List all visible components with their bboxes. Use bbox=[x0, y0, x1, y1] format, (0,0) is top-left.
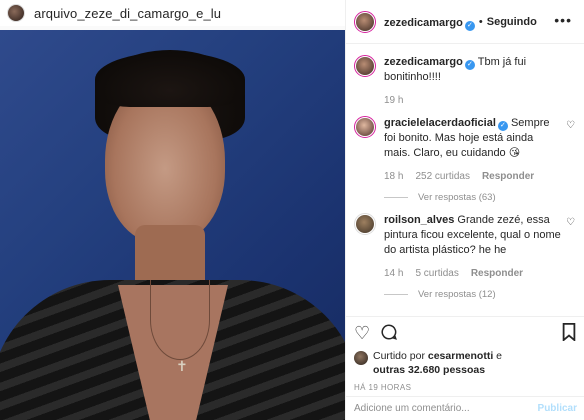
post-image-panel: arquivo_zeze_di_camargo_e_lu ✝ bbox=[0, 0, 345, 420]
photo-necklace-shape bbox=[150, 280, 210, 360]
liked-by-suffix: e bbox=[496, 350, 502, 362]
comment-time[interactable]: 14 h bbox=[384, 268, 403, 279]
comment-item: gracielelacerdaoficial ✓ Sempre foi bonit… bbox=[346, 116, 584, 203]
comment-meta: 18 h 252 curtidas Responder bbox=[384, 171, 561, 182]
comment-input[interactable] bbox=[354, 403, 538, 414]
view-replies-label[interactable]: Ver respostas (63) bbox=[418, 192, 496, 203]
replies-line bbox=[384, 294, 408, 295]
comment-body: zezedicamargo ✓ Tbm já fui bonitinho!!!! bbox=[384, 55, 561, 85]
add-comment-bar: Publicar bbox=[346, 396, 584, 420]
replies-line bbox=[384, 197, 408, 198]
author-avatar[interactable] bbox=[354, 10, 376, 33]
comment-avatar[interactable] bbox=[354, 116, 376, 138]
verified-badge-icon: ✓ bbox=[497, 121, 508, 131]
comment-meta: 19 h bbox=[384, 95, 561, 106]
reply-button[interactable]: Responder bbox=[482, 171, 534, 182]
post-timestamp[interactable]: HÁ 19 HORAS bbox=[354, 383, 577, 392]
author-username[interactable]: zezedicamargo bbox=[384, 17, 463, 29]
view-replies[interactable]: Ver respostas (12) bbox=[384, 289, 561, 300]
view-replies[interactable]: Ver respostas (63) bbox=[384, 192, 561, 203]
image-watermark-bar: arquivo_zeze_di_camargo_e_lu bbox=[0, 0, 345, 26]
bookmark-icon[interactable] bbox=[561, 322, 577, 344]
post-photo[interactable]: ✝ bbox=[0, 30, 345, 420]
comment-username[interactable]: zezedicamargo bbox=[384, 56, 463, 68]
comment-item: zezedicamargo ✓ Tbm já fui bonitinho!!!! … bbox=[346, 55, 584, 106]
liked-by-others[interactable]: outras 32.680 pessoas bbox=[373, 364, 485, 376]
comment-like-icon[interactable]: ♡ bbox=[566, 217, 575, 228]
post-header: zezedicamargo ✓ • Seguindo ••• bbox=[346, 0, 584, 44]
comment-username[interactable]: gracielelacerdaoficial bbox=[384, 117, 496, 129]
comment-likes[interactable]: 252 curtidas bbox=[415, 171, 469, 182]
comment-body: gracielelacerdaoficial ✓ Sempre foi bonit… bbox=[384, 116, 561, 161]
header-separator: • bbox=[478, 15, 483, 28]
liker-avatar[interactable] bbox=[354, 351, 368, 365]
comment-time[interactable]: 19 h bbox=[384, 95, 403, 106]
liked-by-text: Curtido por cesarmenotti e outras 32.680… bbox=[373, 349, 502, 377]
photo-pendant-shape: ✝ bbox=[176, 358, 188, 374]
comments-list: zezedicamargo ✓ Tbm já fui bonitinho!!!! … bbox=[346, 55, 584, 310]
comment-time[interactable]: 18 h bbox=[384, 171, 403, 182]
liked-by-row: Curtido por cesarmenotti e outras 32.680… bbox=[354, 349, 577, 377]
comment-avatar[interactable] bbox=[354, 213, 376, 235]
photo-hair-top-shape bbox=[95, 52, 245, 107]
following-button[interactable]: Seguindo bbox=[487, 16, 537, 28]
action-icons-row: ♡ bbox=[354, 321, 577, 345]
comment-meta: 14 h 5 curtidas Responder bbox=[384, 268, 561, 279]
comment-item: roilson_alves Grande zezé, essa pintura … bbox=[346, 213, 584, 300]
publish-button[interactable]: Publicar bbox=[538, 403, 577, 414]
comment-body: roilson_alves Grande zezé, essa pintura … bbox=[384, 213, 561, 258]
view-replies-label[interactable]: Ver respostas (12) bbox=[418, 289, 496, 300]
liked-by-prefix: Curtido por bbox=[373, 350, 425, 362]
reply-button[interactable]: Responder bbox=[471, 268, 523, 279]
comment-username[interactable]: roilson_alves bbox=[384, 214, 454, 226]
post-actions: ♡ Curtido por cesarmenotti e outras 32.6… bbox=[346, 316, 584, 392]
like-heart-icon[interactable]: ♡ bbox=[354, 324, 370, 342]
verified-badge-icon: ✓ bbox=[464, 20, 475, 31]
comment-bubble-icon[interactable] bbox=[380, 323, 398, 344]
comment-like-icon[interactable]: ♡ bbox=[566, 120, 575, 131]
comment-avatar[interactable] bbox=[354, 55, 376, 77]
watermark-avatar bbox=[7, 4, 25, 22]
comments-panel: zezedicamargo ✓ • Seguindo ••• zezedicama… bbox=[345, 0, 584, 420]
verified-badge-icon: ✓ bbox=[464, 60, 475, 70]
comment-likes[interactable]: 5 curtidas bbox=[415, 268, 458, 279]
liked-by-user[interactable]: cesarmenotti bbox=[428, 350, 493, 362]
more-options-icon[interactable]: ••• bbox=[554, 12, 572, 28]
watermark-account-name: arquivo_zeze_di_camargo_e_lu bbox=[34, 5, 222, 21]
author-username-wrap: zezedicamargo ✓ bbox=[384, 13, 475, 31]
